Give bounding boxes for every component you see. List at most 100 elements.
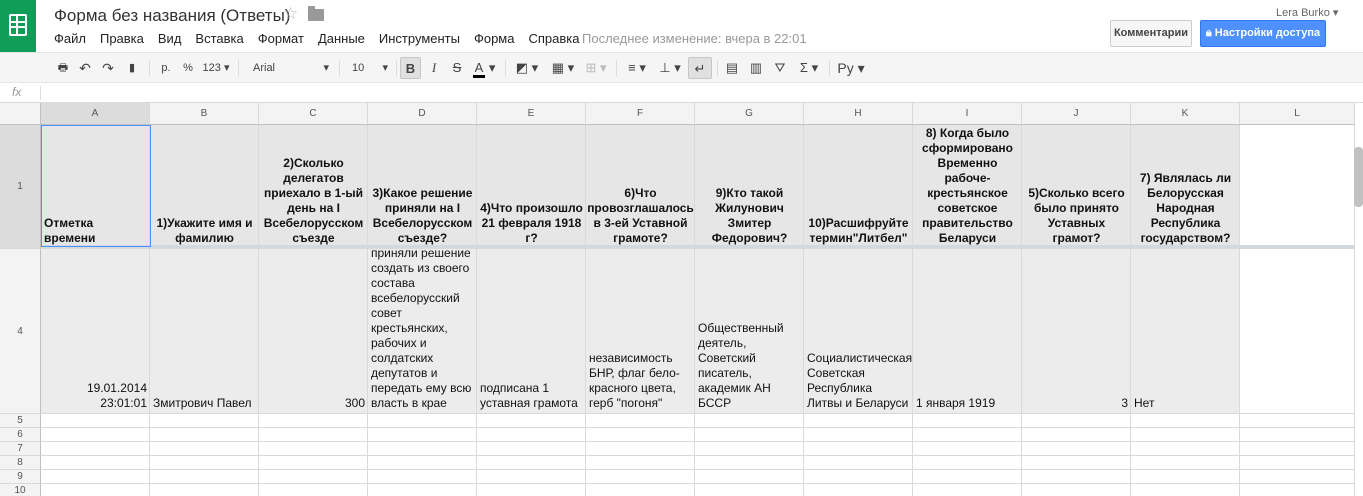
empty-cell[interactable]	[477, 428, 586, 442]
header-cell-l[interactable]	[1240, 125, 1355, 249]
column-header-b[interactable]: B	[150, 103, 259, 125]
empty-cell[interactable]	[41, 442, 150, 456]
empty-cell[interactable]	[368, 470, 477, 484]
empty-cell[interactable]	[1022, 442, 1131, 456]
empty-cell[interactable]	[1131, 456, 1240, 470]
header-cell-j[interactable]: 5)Сколько всего было принято Уставных гр…	[1022, 125, 1131, 249]
empty-cell[interactable]	[1131, 484, 1240, 496]
header-cell-c[interactable]: 2)Сколько делегатов приехало в 1-ый день…	[259, 125, 368, 249]
empty-cell[interactable]	[586, 456, 695, 470]
empty-cell[interactable]	[1022, 428, 1131, 442]
strikethrough-button[interactable]: S	[449, 57, 465, 79]
filter-icon[interactable]: ⛛	[771, 57, 789, 79]
empty-cell[interactable]	[695, 414, 804, 428]
print-icon[interactable]: 🖶	[55, 57, 71, 79]
share-button[interactable]: 🔒︎ Настройки доступа	[1200, 20, 1326, 47]
column-header-d[interactable]: D	[368, 103, 477, 125]
empty-cell[interactable]	[259, 484, 368, 496]
empty-cell[interactable]	[695, 456, 804, 470]
empty-cell[interactable]	[695, 484, 804, 496]
redo-icon[interactable]: ↷	[100, 57, 116, 79]
empty-cell[interactable]	[1131, 428, 1240, 442]
empty-cell[interactable]	[259, 428, 368, 442]
empty-cell[interactable]	[150, 414, 259, 428]
input-tools-button[interactable]: Ру ▾	[835, 57, 867, 79]
data-cell-j[interactable]: 3	[1022, 249, 1131, 414]
row-header-10[interactable]: 10	[0, 484, 41, 496]
last-edit-text[interactable]: Последнее изменение: вчера в 22:01	[582, 31, 807, 46]
empty-cell[interactable]	[913, 470, 1022, 484]
menu-format[interactable]: Формат	[258, 31, 304, 46]
empty-cell[interactable]	[368, 456, 477, 470]
menu-edit[interactable]: Правка	[100, 31, 144, 46]
menu-help[interactable]: Справка	[528, 31, 579, 46]
font-family-select[interactable]: Arial ▾	[245, 57, 331, 79]
italic-button[interactable]: I	[426, 57, 442, 79]
empty-cell[interactable]	[259, 414, 368, 428]
data-cell-d[interactable]: приняли решение создать из своего состав…	[368, 249, 477, 414]
insert-chart-icon[interactable]: ▥	[747, 57, 765, 79]
row-header-4[interactable]: 4	[0, 249, 41, 414]
empty-cell[interactable]	[1240, 442, 1355, 456]
data-cell-c[interactable]: 300	[259, 249, 368, 414]
empty-cell[interactable]	[368, 428, 477, 442]
empty-cell[interactable]	[586, 470, 695, 484]
menu-view[interactable]: Вид	[158, 31, 182, 46]
empty-cell[interactable]	[41, 414, 150, 428]
empty-cell[interactable]	[913, 428, 1022, 442]
empty-cell[interactable]	[150, 428, 259, 442]
header-cell-h[interactable]: 10)Расшифруйте термин"Литбел"	[804, 125, 913, 249]
frozen-row-divider[interactable]	[41, 245, 1354, 248]
empty-cell[interactable]	[695, 428, 804, 442]
empty-cell[interactable]	[259, 456, 368, 470]
empty-cell[interactable]	[1131, 470, 1240, 484]
empty-cell[interactable]	[1022, 470, 1131, 484]
empty-cell[interactable]	[804, 456, 913, 470]
vertical-scrollbar[interactable]	[1354, 147, 1363, 207]
column-header-i[interactable]: I	[913, 103, 1022, 125]
data-cell-f[interactable]: независимость БНР, флаг бело-красного цв…	[586, 249, 695, 414]
empty-cell[interactable]	[41, 484, 150, 496]
empty-cell[interactable]	[150, 442, 259, 456]
empty-cell[interactable]	[1022, 484, 1131, 496]
data-cell-e[interactable]: подписана 1 уставная грамота	[477, 249, 586, 414]
menu-tools[interactable]: Инструменты	[379, 31, 460, 46]
column-header-a[interactable]: A	[41, 103, 150, 125]
row-header-6[interactable]: 6	[0, 428, 41, 442]
column-header-h[interactable]: H	[804, 103, 913, 125]
percent-format-button[interactable]: %	[180, 57, 196, 79]
header-cell-d[interactable]: 3)Какое решение приняли на I Всебелорусс…	[368, 125, 477, 249]
empty-cell[interactable]	[41, 470, 150, 484]
font-size-select[interactable]: 10 ▾	[346, 57, 390, 79]
empty-cell[interactable]	[804, 442, 913, 456]
data-cell-g[interactable]: Общественный деятель, Советский писатель…	[695, 249, 804, 414]
empty-cell[interactable]	[150, 484, 259, 496]
empty-cell[interactable]	[259, 442, 368, 456]
star-icon[interactable]: ☆	[283, 4, 298, 24]
empty-cell[interactable]	[913, 456, 1022, 470]
folder-icon[interactable]	[308, 6, 324, 21]
column-header-f[interactable]: F	[586, 103, 695, 125]
header-cell-e[interactable]: 4)Что произошло 21 февраля 1918 г?	[477, 125, 586, 249]
bold-button[interactable]: B	[400, 57, 421, 79]
empty-cell[interactable]	[1131, 414, 1240, 428]
row-header-5[interactable]: 5	[0, 414, 41, 428]
header-cell-i[interactable]: 8) Когда было сформировано Временно рабо…	[913, 125, 1022, 249]
fill-color-icon[interactable]: ◩ ▾	[512, 57, 542, 79]
user-account[interactable]: Lera Burko ▾	[1276, 6, 1338, 19]
header-cell-a[interactable]: Отметка времени	[41, 125, 150, 249]
empty-cell[interactable]	[586, 414, 695, 428]
column-header-e[interactable]: E	[477, 103, 586, 125]
empty-cell[interactable]	[259, 470, 368, 484]
paint-format-icon[interactable]: ▮	[124, 57, 140, 79]
data-cell-l[interactable]	[1240, 249, 1355, 414]
empty-cell[interactable]	[1240, 428, 1355, 442]
empty-cell[interactable]	[1240, 456, 1355, 470]
merge-cells-icon[interactable]: ⊞ ▾	[581, 57, 611, 79]
empty-cell[interactable]	[586, 442, 695, 456]
header-cell-f[interactable]: 6)Что провозглашалось в 3-ей Уставной гр…	[586, 125, 695, 249]
empty-cell[interactable]	[1240, 414, 1355, 428]
wrap-text-icon[interactable]: ↵	[688, 57, 712, 79]
empty-cell[interactable]	[477, 414, 586, 428]
column-header-k[interactable]: K	[1131, 103, 1240, 125]
